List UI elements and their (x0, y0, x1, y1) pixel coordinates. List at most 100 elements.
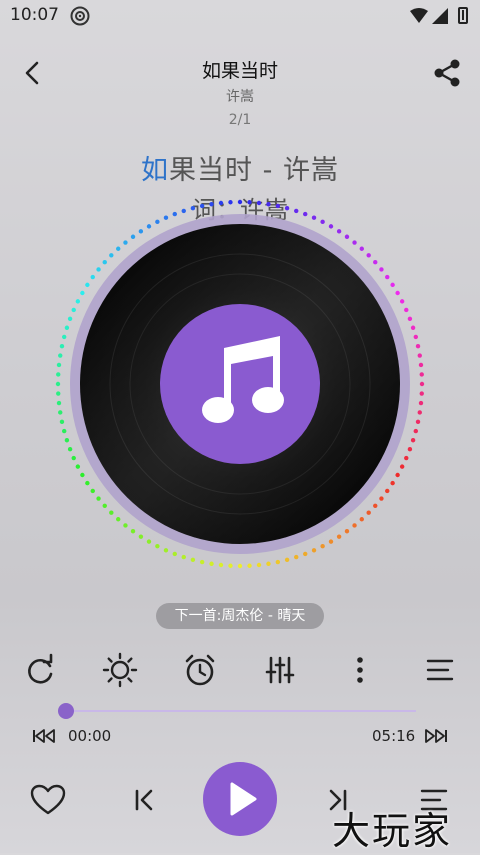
spectrum-dot (328, 539, 334, 544)
spectrum-dot (123, 523, 128, 528)
spectrum-dot (418, 400, 424, 406)
spectrum-dot (256, 200, 262, 206)
spectrum-dot (56, 372, 61, 377)
spectrum-dot (71, 307, 76, 313)
spectrum-dot (407, 316, 413, 321)
lyric-rest: 果当时 - 许嵩 (169, 155, 339, 186)
more-icon[interactable] (340, 650, 380, 690)
spectrum-dot (123, 240, 128, 245)
progress-track[interactable] (64, 710, 416, 712)
lyric-highlight: 如 (141, 155, 170, 186)
menu-icon[interactable] (420, 650, 460, 690)
spectrum-dot (56, 400, 62, 406)
spectrum-dot (59, 343, 65, 349)
spectrum-dot (379, 267, 384, 272)
spectrum-dot (284, 206, 290, 211)
spectrum-dot (352, 523, 357, 528)
current-time: 00:00 (68, 727, 112, 745)
spectrum-dot (410, 438, 416, 443)
spectrum-dot (209, 561, 214, 566)
spectrum-dot (413, 428, 418, 434)
spectrum-dot (190, 557, 196, 562)
equalizer-icon[interactable] (260, 650, 300, 690)
total-time: 05:16 (372, 727, 416, 745)
spectrum-dot (181, 554, 186, 560)
spectrum-dot (228, 200, 233, 205)
spectrum-dot (228, 563, 233, 568)
spectrum-dot (56, 391, 61, 396)
spectrum-dot (102, 260, 107, 265)
lyric-current-line: 如果当时 - 许嵩 (0, 148, 480, 187)
spectrum-dot (379, 496, 384, 501)
fast-forward-icon[interactable] (424, 728, 448, 744)
battery-icon (458, 7, 468, 24)
next-track-label[interactable]: 下一首:周杰伦 - 晴天 (156, 603, 324, 629)
spectrum-dot (404, 307, 409, 313)
spectrum-dot (199, 559, 205, 565)
spectrum-dot (320, 543, 325, 549)
song-title: 如果当时 (201, 60, 278, 82)
status-bar: 10:07 (0, 0, 480, 32)
spectrum-dot (62, 334, 67, 340)
spectrum-dot (67, 316, 73, 321)
spectrum-dot (247, 200, 252, 205)
spectrum-dot (67, 447, 73, 452)
watermark: 大玩家 (332, 809, 453, 853)
spectrum-dot (373, 260, 378, 265)
spectrum-dot (419, 391, 424, 396)
spectrum-dot (109, 510, 114, 515)
spectrum-dot (359, 517, 364, 522)
spectrum-dot (390, 282, 395, 288)
spectrum-dot (366, 253, 371, 258)
spectrum-dot (75, 299, 81, 304)
spectrum-dot (96, 496, 101, 501)
spectrum-dot (58, 410, 63, 415)
spectrum-dot (58, 353, 63, 358)
spectrum-dot (395, 290, 400, 296)
vinyl-disc[interactable] (52, 196, 428, 572)
spectrum-dot (328, 224, 334, 229)
album-label (160, 304, 320, 464)
spectrum-dot (410, 325, 416, 330)
spectrum-dot (404, 455, 409, 461)
spectrum-dot (172, 551, 177, 557)
spectrum-dot (275, 559, 281, 565)
spectrum-dot (418, 362, 424, 368)
spectrum-dot (163, 215, 169, 220)
spectrum-dot (130, 234, 136, 239)
spectrum-dot (344, 234, 350, 239)
spectrum-dot (172, 211, 177, 217)
spectrum-dot (303, 551, 308, 557)
disc-icon (70, 6, 90, 26)
spectrum-dot (90, 274, 95, 280)
spectrum-dot (155, 543, 160, 549)
spectrum-dot (407, 447, 413, 452)
timer-icon[interactable] (180, 650, 220, 690)
spectrum-dot (116, 246, 121, 251)
spectrum-dot (390, 480, 395, 486)
spectrum-dot (247, 563, 252, 568)
rewind-icon[interactable] (32, 728, 56, 744)
spectrum-dot (181, 208, 186, 214)
spectrum-dot (90, 488, 95, 494)
spectrum-dot (64, 325, 70, 330)
previous-icon[interactable] (130, 786, 158, 814)
spectrum-dot (303, 211, 308, 217)
spectrum-dot (62, 428, 67, 434)
play-button[interactable] (203, 762, 277, 836)
spectrum-dot (256, 562, 262, 568)
brightness-icon[interactable] (100, 650, 140, 690)
progress-thumb[interactable] (58, 703, 74, 719)
spectrum-dot (80, 290, 85, 296)
spectrum-dot (344, 529, 350, 534)
spectrum-dot (163, 548, 169, 553)
repeat-icon[interactable] (20, 650, 60, 690)
spectrum-dot (146, 539, 152, 544)
spectrum-dot (311, 215, 317, 220)
favorite-icon[interactable] (30, 784, 66, 816)
spectrum-dot (413, 334, 418, 340)
spectrum-dot (80, 472, 85, 478)
share-icon[interactable] (430, 56, 464, 90)
spectrum-dot (275, 203, 281, 209)
spectrum-dot (190, 206, 196, 211)
